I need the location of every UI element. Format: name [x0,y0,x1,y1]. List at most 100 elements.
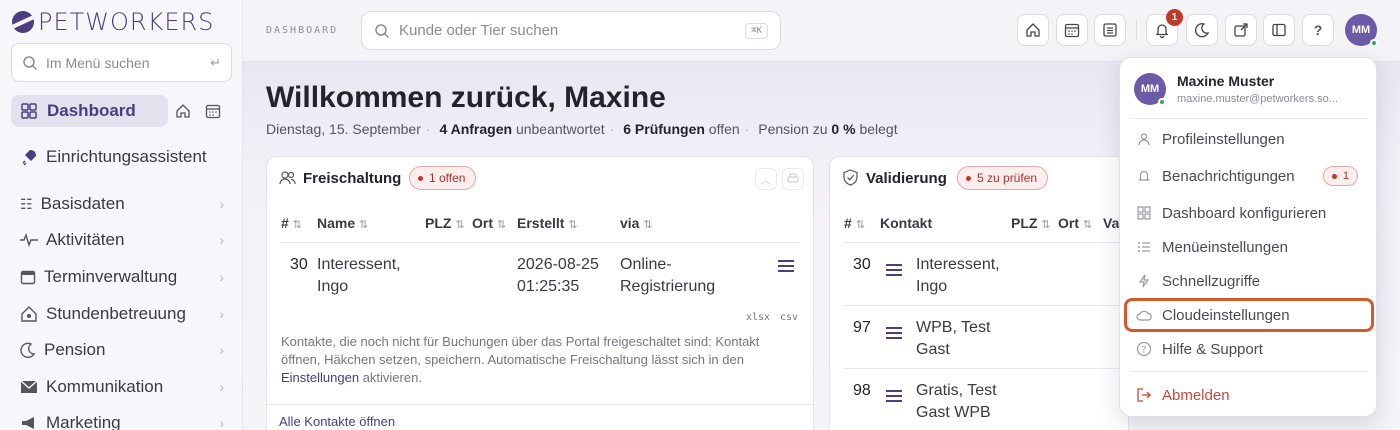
menu-search-input[interactable]: Im Menü suchen ↵ [11,43,232,82]
notification-badge-count: 1 [1342,170,1349,182]
external-link-icon [1234,23,1248,37]
export-csv-link[interactable]: csv [780,312,798,323]
calendar-icon [20,270,36,285]
dashboard-summary: Dienstag, 15. September · 4 Anfragen unbe… [266,121,898,137]
column-header-id[interactable]: # ⇅ [281,215,302,231]
menu-item-label: Dashboard konfigurieren [1162,204,1327,222]
menu-divider [1130,118,1368,119]
home-button[interactable] [1017,14,1049,46]
column-header-ort[interactable]: Ort ⇅ [1058,215,1092,231]
row-menu-icon[interactable] [886,390,902,402]
status-dot [966,175,971,181]
menu-item-dashboard-config[interactable]: Dashboard konfigurieren [1126,198,1372,228]
row-menu-icon[interactable] [886,264,902,276]
validierung-badge: 5 zu prüfen [957,166,1049,190]
chevron-right-icon: › [219,196,224,212]
validierung-title: Validierung [866,170,947,187]
menu-search-placeholder: Im Menü suchen [46,54,150,71]
column-header-validated[interactable]: Va [1103,215,1119,231]
checks-text: offen [708,121,740,137]
row-via-line2: Registrierung [620,278,716,295]
menu-item-label: Hilfe & Support [1162,340,1263,358]
search-icon [23,55,38,70]
dashboard-grid-icon [21,103,37,119]
row-menu-icon[interactable] [778,260,794,272]
logo-mark-icon [12,11,34,33]
home-icon [1026,23,1040,37]
sidebar-item-marketing[interactable]: Marketing › [20,409,224,430]
cloud-icon [1136,310,1152,321]
logo[interactable]: PETWORKERS [12,8,214,36]
column-header-plz[interactable]: PLZ ⇅ [1011,215,1051,231]
row-id: 30 [853,256,871,273]
sidebar-item-setup[interactable]: Einrichtungsassistent [20,143,224,171]
sidebar-item-label: Einrichtungsassistent [46,147,207,166]
print-button[interactable] [782,168,804,190]
open-external-button[interactable] [1225,14,1257,46]
validierung-badge-text: 5 zu prüfen [977,171,1038,185]
activity-icon [20,233,38,247]
pension-suffix: belegt [859,121,898,137]
menu-item-cloud-settings[interactable]: Cloudeinstellungen [1124,298,1374,332]
sidebar-item-aktivitaeten[interactable]: Aktivitäten › [20,226,224,254]
sidebar-item-label: Dashboard [47,101,136,120]
user-name: Maxine Muster [1177,73,1275,89]
sidebar-toggle-button[interactable] [1263,14,1295,46]
home-icon[interactable] [173,101,193,121]
toolbar-divider [1136,20,1137,40]
column-header-plz[interactable]: PLZ ⇅ [425,215,465,231]
row-menu-icon[interactable] [886,327,902,339]
row-contact-line1: Interessent, [916,256,1000,273]
menu-item-label: Schnellzugriffe [1162,272,1261,290]
menu-item-notifications[interactable]: Benachrichtigungen 1 [1126,161,1372,191]
help-button[interactable]: ? [1302,14,1334,46]
calendar-icon[interactable] [203,101,223,121]
column-header-contact[interactable]: Kontakt [880,215,932,231]
sort-icon: ⇅ [359,219,369,231]
status-dot [418,175,423,181]
sidebar-item-terminverwaltung[interactable]: Terminverwaltung › [20,263,224,291]
sidebar-item-dashboard[interactable]: Dashboard [11,95,168,127]
svg-text:?: ? [1142,346,1147,356]
grid-icon [1137,206,1151,220]
list-icon [1138,242,1150,252]
notes-button[interactable] [1094,14,1126,46]
sidebar-item-kommunikation[interactable]: Kommunikation › [20,373,224,401]
column-header-id[interactable]: # ⇅ [844,215,865,231]
collapse-button[interactable]: ︿ [755,168,777,190]
sidebar-item-label: Stundenbetreuung [46,304,186,323]
sidebar-item-pension[interactable]: Pension › [20,336,224,364]
enter-key-hint: ↵ [210,54,221,70]
sidebar-item-basisdaten[interactable]: ☷ Basisdaten › [20,190,224,218]
row-via-line1: Online- [620,256,672,273]
settings-link[interactable]: Einstellungen [281,370,359,385]
online-status-dot [1370,39,1378,47]
column-header-via[interactable]: via ⇅ [620,215,653,231]
card-footer-divider [267,404,813,405]
row-contact-line2: Ingo [916,278,948,295]
night-mode-button[interactable] [1186,14,1218,46]
menu-item-menu-settings[interactable]: Menüeinstellungen [1126,232,1372,262]
search-icon [375,23,390,38]
menu-item-shortcuts[interactable]: Schnellzugriffe [1126,266,1372,296]
page-title: Willkommen zurück, Maxine [266,81,666,114]
printer-icon [787,173,799,183]
menu-item-help-support[interactable]: ? Hilfe & Support [1126,334,1372,364]
column-header-created[interactable]: Erstellt ⇅ [517,215,578,231]
freischaltung-help-text: Kontakte, die noch nicht für Buchungen ü… [281,333,801,387]
export-xlsx-link[interactable]: xlsx [746,312,770,323]
menu-item-profile-settings[interactable]: Profileinstellungen [1126,124,1372,154]
menu-item-logout[interactable]: Abmelden [1126,380,1372,410]
global-search-input[interactable]: Kunde oder Tier suchen ⌘K [361,11,781,50]
calendar-button[interactable] [1056,14,1088,46]
sidebar-item-stundenbetreuung[interactable]: Stundenbetreuung › [20,300,224,328]
sidebar-item-label: Kommunikation [46,377,164,396]
row-contact-line2: Gast WPB [916,404,991,421]
column-header-ort[interactable]: Ort ⇅ [472,215,506,231]
current-date: Dienstag, 15. September [266,121,421,137]
open-all-contacts-link[interactable]: Alle Kontakte öffnen [279,414,395,429]
sort-icon: ⇅ [1041,219,1051,231]
sort-icon: ⇅ [568,219,578,231]
column-header-name[interactable]: Name ⇅ [317,215,368,231]
chevron-right-icon: › [219,269,224,285]
